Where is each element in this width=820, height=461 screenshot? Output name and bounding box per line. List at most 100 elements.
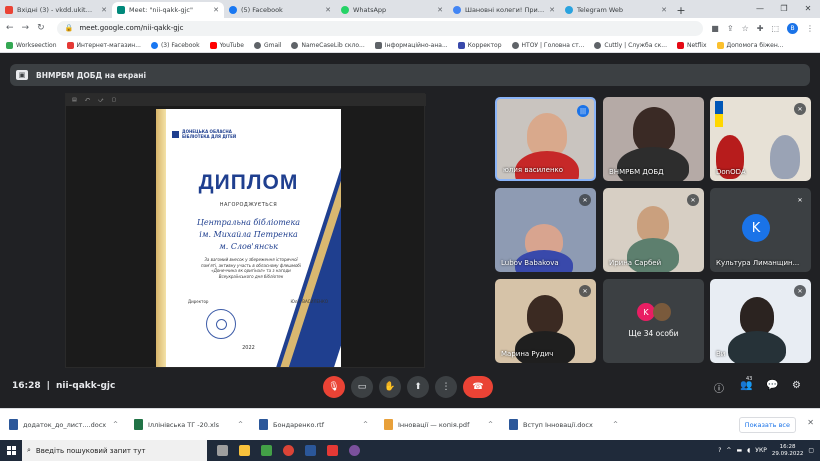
taskbar-app[interactable]	[257, 440, 275, 461]
raise-hand-button[interactable]: ✋	[379, 376, 401, 398]
tab-gmail[interactable]: Вхідні (3) - vkdd.ukit@gmail.com ✕	[0, 2, 112, 18]
tab-title: Вхідні (3) - vkdd.ukit@gmail.com	[17, 6, 97, 14]
file-explorer-icon	[238, 445, 250, 456]
bookmark-item[interactable]: Интернет-магазин...	[66, 41, 141, 49]
people-icon[interactable]: 👥 43	[740, 376, 752, 391]
diploma-year: 2022	[242, 345, 255, 351]
bookmark-item[interactable]: НТОУ | Головна ст...	[511, 41, 584, 49]
language-indicator[interactable]: УКР	[755, 447, 767, 454]
close-icon[interactable]: ✕	[213, 6, 219, 14]
chevron-up-icon[interactable]: ^	[726, 447, 731, 454]
bookmark-item[interactable]: Netflix	[676, 41, 707, 49]
close-icon[interactable]: ✕	[661, 6, 667, 14]
bookmark-item[interactable]: NameCaseLib скло...	[291, 41, 365, 49]
close-icon[interactable]: ✕	[807, 418, 814, 427]
camera-toggle-button[interactable]: ▭	[351, 376, 373, 398]
close-icon[interactable]: ✕	[549, 6, 555, 14]
participant-video	[740, 297, 774, 335]
bookmark-icon	[457, 41, 465, 49]
participant-tile[interactable]: ✕ DonODA	[710, 97, 811, 181]
tab-title: Meet: "nii-qakk-gjc"	[129, 6, 193, 14]
tab-meet[interactable]: Meet: "nii-qakk-gjc" ✕	[112, 2, 224, 18]
download-item[interactable]: Іллінівська ТГ -20.xls ^	[129, 413, 248, 437]
taskbar-app[interactable]	[279, 440, 297, 461]
help-icon[interactable]: ?	[718, 447, 721, 454]
taskbar-app[interactable]	[235, 440, 253, 461]
participant-tile[interactable]: ✕ Ирина Сарбей	[603, 188, 704, 272]
show-all-downloads-button[interactable]: Показать все	[738, 417, 796, 433]
mic-toggle-button[interactable]: 🎙	[323, 376, 345, 398]
info-icon[interactable]: ⓘ	[714, 380, 724, 395]
more-options-button[interactable]: ⋮	[435, 376, 457, 398]
tab-telegram[interactable]: Telegram Web ✕	[560, 2, 672, 18]
chevron-up-icon[interactable]: ^	[238, 421, 243, 428]
menu-icon[interactable]: ⋮	[806, 24, 814, 33]
bookmark-item[interactable]: Workseection	[6, 41, 57, 49]
participant-tile[interactable]: K ✕ Культура Лиманщин...	[710, 188, 811, 272]
bookmark-item[interactable]: Gmail	[253, 41, 281, 49]
telegram-icon	[565, 6, 573, 14]
taskbar-app[interactable]	[345, 440, 363, 461]
bookmark-item[interactable]: YouTube	[209, 41, 244, 49]
star-icon[interactable]: ☆	[742, 24, 749, 33]
clock[interactable]: 16:28 29.09.2022	[772, 444, 804, 458]
participant-name: ВНМРБМ ДОБД	[609, 168, 664, 176]
leave-call-button[interactable]: ☎	[463, 376, 493, 398]
bookmark-item[interactable]: (3) Facebook	[150, 41, 200, 49]
participant-tile[interactable]: ||| юлия василенко	[495, 97, 596, 181]
minimize-icon[interactable]: —	[748, 0, 772, 18]
participant-tile[interactable]: ✕ Марина Рудич	[495, 279, 596, 363]
chevron-up-icon[interactable]: ^	[488, 421, 493, 428]
download-item[interactable]: Вступ Інновації.docx ^	[504, 413, 623, 437]
puzzle-icon[interactable]: ⬚	[771, 24, 779, 33]
bookmark-item[interactable]: Корректор	[457, 41, 502, 49]
download-item[interactable]: додаток_до_лист....docx ^	[4, 413, 123, 437]
taskbar-search[interactable]: ⌕ Введіть пошуковий запит тут	[22, 440, 207, 461]
more-participants-tile[interactable]: K Ще 34 особи	[603, 279, 704, 363]
close-icon[interactable]: ✕	[325, 6, 331, 14]
volume-icon[interactable]: ◖	[747, 447, 750, 454]
maximize-icon[interactable]: ❐	[772, 0, 796, 18]
tab-whatsapp[interactable]: WhatsApp ✕	[336, 2, 448, 18]
activities-icon[interactable]: ⚙	[792, 380, 801, 391]
new-tab-button[interactable]: +	[672, 2, 690, 18]
self-view-tile[interactable]: ✕ Ви	[710, 279, 811, 363]
task-view-icon	[216, 445, 228, 456]
present-button[interactable]: ⬆	[407, 376, 429, 398]
chat-icon[interactable]: 💬	[766, 380, 778, 391]
participant-tile[interactable]: ✕ Lubov Babakova	[495, 188, 596, 272]
diploma-document: ДОНЕЦЬКА ОБЛАСНА БІБЛІОТЕКА ДЛЯ ДІТЕЙ ДИ…	[156, 109, 341, 367]
camera-icon[interactable]: ■	[711, 24, 719, 33]
bookmark-item[interactable]: Cuttly | Служба ск...	[594, 41, 667, 49]
pdf-file-icon	[384, 419, 393, 430]
notification-icon[interactable]: ▢	[808, 447, 814, 454]
reload-icon[interactable]: ↻	[37, 23, 45, 33]
chevron-up-icon[interactable]: ^	[613, 421, 618, 428]
taskbar-app[interactable]	[323, 440, 341, 461]
app-icon	[326, 445, 338, 456]
back-icon[interactable]: ←	[6, 23, 14, 33]
bookmark-item[interactable]: Інформаційно-ана...	[374, 41, 448, 49]
close-window-icon[interactable]: ✕	[796, 0, 820, 18]
close-icon[interactable]: ✕	[437, 6, 443, 14]
extensions-icon[interactable]: ✚	[757, 24, 764, 33]
start-button[interactable]	[0, 440, 22, 461]
viewer-icon: ▤	[72, 97, 77, 103]
share-icon[interactable]: ⇪	[727, 24, 734, 33]
forward-icon[interactable]: →	[22, 23, 30, 33]
tab-colleagues[interactable]: Шановні колеги! Прийміть ✕	[448, 2, 560, 18]
close-icon[interactable]: ✕	[101, 6, 107, 14]
bookmark-item[interactable]: Допомога біжен...	[716, 41, 784, 49]
avatar[interactable]: В	[787, 22, 798, 34]
tab-facebook[interactable]: (5) Facebook ✕	[224, 2, 336, 18]
taskbar-app[interactable]	[301, 440, 319, 461]
chevron-up-icon[interactable]: ^	[113, 421, 118, 428]
download-item[interactable]: Бондаренко.rtf ^	[254, 413, 373, 437]
chevron-up-icon[interactable]: ^	[363, 421, 368, 428]
address-bar[interactable]: 🔒 meet.google.com/nii-qakk-gjc	[56, 20, 704, 36]
network-icon[interactable]: ▬	[736, 447, 742, 454]
taskbar-app[interactable]	[213, 440, 231, 461]
meet-stage: ▣ ВНМРБМ ДОБД на екрані ▤ ⤺ ⤻ ▢ ДОНЕЦЬКА…	[0, 53, 820, 408]
download-item[interactable]: Інновації — копія.pdf ^	[379, 413, 498, 437]
participant-tile[interactable]: ВНМРБМ ДОБД	[603, 97, 704, 181]
